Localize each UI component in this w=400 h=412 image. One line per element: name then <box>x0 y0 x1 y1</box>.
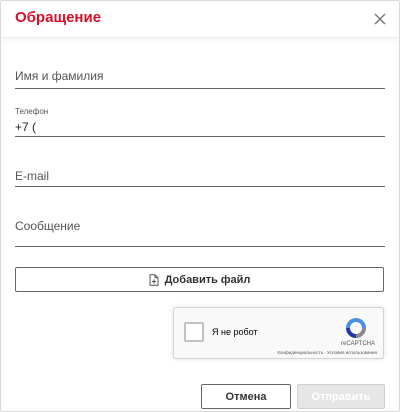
close-button[interactable] <box>367 6 393 32</box>
name-placeholder: Имя и фамилия <box>15 69 104 83</box>
recaptcha-checkbox[interactable] <box>184 322 204 342</box>
file-add-icon <box>149 273 159 286</box>
cancel-button[interactable]: Отмена <box>201 384 291 409</box>
recaptcha-widget: Я не робот reCAPTCHA Конфиденциальность … <box>173 307 384 359</box>
recaptcha-brand: reCAPTCHA <box>340 341 375 347</box>
message-placeholder: Сообщение <box>15 219 81 233</box>
submit-button[interactable]: Отправить <box>297 384 385 409</box>
email-field[interactable]: E-mail <box>15 161 385 187</box>
recaptcha-links[interactable]: Конфиденциальность - Условия использован… <box>277 350 377 355</box>
feedback-dialog: Обращение Имя и фамилия Телефон +7 ( E-m… <box>0 0 400 412</box>
phone-label: Телефон <box>15 107 49 116</box>
add-file-button[interactable]: Добавить файл <box>15 267 384 292</box>
recaptcha-label: Я не робот <box>212 327 258 337</box>
email-placeholder: E-mail <box>15 169 50 183</box>
phone-value: +7 ( <box>15 120 37 134</box>
dialog-title: Обращение <box>15 9 102 26</box>
phone-field[interactable]: Телефон +7 ( <box>15 105 385 137</box>
message-field[interactable]: Сообщение <box>15 211 385 247</box>
add-file-label: Добавить файл <box>164 273 251 286</box>
dialog-header: Обращение <box>1 1 399 38</box>
name-field[interactable]: Имя и фамилия <box>15 61 385 89</box>
recaptcha-logo-icon <box>346 318 366 338</box>
close-icon <box>374 13 386 25</box>
